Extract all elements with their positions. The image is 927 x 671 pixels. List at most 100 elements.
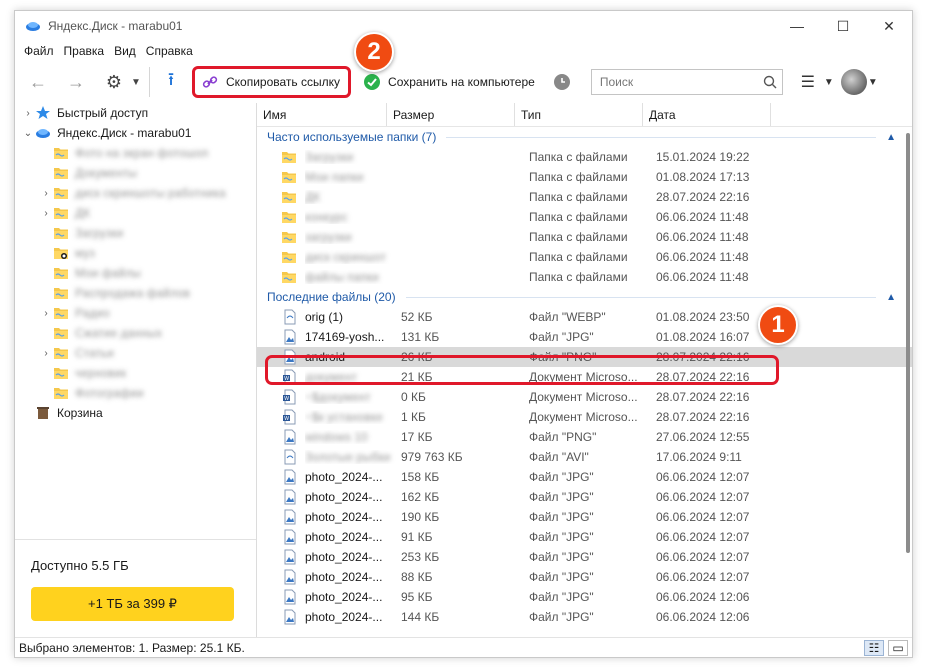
tiles-view-icon[interactable]: ▭ — [888, 639, 908, 656]
menu-edit[interactable]: Правка — [59, 44, 110, 58]
file-row[interactable]: photo_2024-... 144 КБ Файл "JPG" 06.06.2024… — [257, 607, 912, 627]
history-clock-icon[interactable] — [547, 67, 577, 97]
collapse-icon[interactable]: ▲ — [886, 132, 896, 143]
sidebar-item[interactable]: › Радио — [15, 303, 256, 323]
folder-row[interactable]: конкурс Папка с файлами 06.06.2024 11:48 — [257, 207, 912, 227]
storage-panel: Доступно 5.5 ГБ +1 ТБ за 399 ₽ — [15, 539, 256, 637]
file-date: 01.08.2024 16:07 — [656, 330, 750, 344]
folder-row[interactable]: загрузки Папка с файлами 06.06.2024 11:48 — [257, 227, 912, 247]
avatar[interactable] — [840, 69, 867, 95]
file-type: Файл "JPG" — [529, 470, 594, 484]
folder-row[interactable]: Мои папки Папка с файлами 01.08.2024 17:13 — [257, 167, 912, 187]
upload-icon[interactable]: ⭱ — [156, 67, 186, 97]
title-bar: Яндекс.Диск - marabu01 — ☐ ✕ — [15, 11, 912, 41]
file-row[interactable]: 174169-yosh... 131 КБ Файл "JPG" 01.08.2024… — [257, 327, 912, 347]
folder-icon — [257, 170, 305, 184]
sidebar-item[interactable]: Документы — [15, 163, 256, 183]
toolbar-divider — [149, 67, 150, 97]
sidebar-item[interactable]: › ДК — [15, 203, 256, 223]
file-row[interactable]: photo_2024-... 162 КБ Файл "JPG" 06.06.2024… — [257, 487, 912, 507]
folder-row[interactable]: файлы папки Папка с файлами 06.06.2024 11:… — [257, 267, 912, 287]
sidebar: › Быстрый доступ ⌄ Яндекс.Диск - marabu01 Фо… — [15, 103, 257, 637]
sidebar-item[interactable]: › Статьи — [15, 343, 256, 363]
folder-icon — [257, 190, 305, 204]
save-to-pc-button[interactable]: Сохранить на компьютере — [357, 67, 541, 97]
details-view-icon[interactable]: ☷ — [864, 639, 884, 656]
file-row[interactable]: photo_2024-... 253 КБ Файл "JPG" 06.06.2024… — [257, 547, 912, 567]
sidebar-item[interactable]: › Быстрый доступ — [15, 103, 256, 123]
folder-icon — [53, 206, 69, 220]
collapse-icon[interactable]: ▲ — [886, 292, 896, 303]
group-header-frequent[interactable]: Часто используемые папки (7) ▲ — [257, 127, 912, 147]
chevron-down-icon[interactable]: ▼ — [129, 67, 143, 97]
folder-row[interactable]: ДК Папка с файлами 28.07.2024 22:16 — [257, 187, 912, 207]
expand-chevron-icon[interactable]: › — [39, 348, 53, 359]
file-row[interactable]: photo_2024-... 190 КБ Файл "JPG" 06.06.2024… — [257, 507, 912, 527]
column-name[interactable]: Имя — [257, 103, 387, 126]
file-row[interactable]: windows 10 17 КБ Файл "PNG" 27.06.2024 12:5… — [257, 427, 912, 447]
column-type[interactable]: Тип — [515, 103, 643, 126]
step-badge-2: 2 — [354, 32, 394, 72]
sidebar-item[interactable]: Сжатие данных — [15, 323, 256, 343]
file-type: Файл "JPG" — [529, 330, 594, 344]
status-bar: Выбрано элементов: 1. Размер: 25.1 КБ. ☷… — [15, 637, 912, 657]
copy-link-button[interactable]: Скопировать ссылку — [192, 66, 352, 98]
file-type: Файл "JPG" — [529, 590, 594, 604]
folder-list: Загрузки Папка с файлами 15.01.2024 19:22 М… — [257, 147, 912, 287]
vertical-scrollbar[interactable] — [906, 133, 910, 553]
chevron-down-icon[interactable]: ▼ — [867, 67, 879, 97]
column-size[interactable]: Размер — [387, 103, 515, 126]
close-button[interactable]: ✕ — [866, 11, 912, 41]
sidebar-item[interactable]: › диск скриншоты работника — [15, 183, 256, 203]
menu-help[interactable]: Справка — [141, 44, 198, 58]
sidebar-item-label: диск скриншоты работника — [75, 186, 226, 200]
file-row[interactable]: W ~$документ 0 КБ Документ Microso... 28.07.… — [257, 387, 912, 407]
available-space: Доступно 5.5 ГБ — [31, 558, 129, 573]
copy-link-label: Скопировать ссылку — [226, 75, 341, 89]
sidebar-item[interactable]: Распродажа файлов — [15, 283, 256, 303]
sidebar-item[interactable]: ⌄ Яндекс.Диск - marabu01 — [15, 123, 256, 143]
file-row[interactable]: photo_2024-... 91 КБ Файл "JPG" 06.06.2024 … — [257, 527, 912, 547]
maximize-button[interactable]: ☐ — [820, 11, 866, 41]
folder-row[interactable]: Загрузки Папка с файлами 15.01.2024 19:22 — [257, 147, 912, 167]
gear-icon[interactable]: ⚙ — [99, 67, 129, 97]
expand-chevron-icon[interactable]: › — [39, 308, 53, 319]
menu-file[interactable]: Файл — [19, 44, 59, 58]
group-header-recent[interactable]: Последние файлы (20) ▲ — [257, 287, 912, 307]
sidebar-item[interactable]: муз — [15, 243, 256, 263]
back-arrow-icon[interactable]: ← — [23, 67, 53, 97]
sidebar-item[interactable]: Фотографии — [15, 383, 256, 403]
sidebar-item[interactable]: Фото на экран фотошоп — [15, 143, 256, 163]
expand-chevron-icon[interactable]: › — [39, 188, 53, 199]
minimize-button[interactable]: — — [774, 11, 820, 41]
expand-chevron-icon[interactable]: › — [39, 208, 53, 219]
folder-icon — [53, 166, 69, 180]
file-row[interactable]: photo_2024-... 88 КБ Файл "JPG" 06.06.2024 … — [257, 567, 912, 587]
file-row[interactable]: photo_2024-... 158 КБ Файл "JPG" 06.06.2024… — [257, 467, 912, 487]
expand-chevron-icon[interactable]: › — [21, 108, 35, 119]
folder-name: загрузки — [305, 230, 352, 244]
folder-type: Папка с файлами — [529, 230, 628, 244]
menu-view[interactable]: Вид — [109, 44, 141, 58]
sidebar-item[interactable]: Корзина — [15, 403, 256, 423]
file-row[interactable]: W ~$к установке 1 КБ Документ Microso... 28.… — [257, 407, 912, 427]
check-circle-icon — [363, 73, 381, 91]
file-row[interactable]: orig (1) 52 КБ Файл "WEBP" 01.08.2024 23:50 — [257, 307, 912, 327]
search-icon[interactable] — [758, 75, 782, 89]
sidebar-item-label: черновик — [75, 366, 127, 380]
list-view-icon[interactable]: ☰ — [793, 67, 823, 97]
buy-storage-button[interactable]: +1 ТБ за 399 ₽ — [31, 587, 234, 621]
file-row[interactable]: photo_2024-... 95 КБ Файл "JPG" 06.06.2024 … — [257, 587, 912, 607]
sidebar-item[interactable]: Мои файлы — [15, 263, 256, 283]
expand-chevron-icon[interactable]: ⌄ — [21, 128, 35, 139]
folder-row[interactable]: диск скриншот Папка с файлами 06.06.2024 1… — [257, 247, 912, 267]
sidebar-item[interactable]: Загрузки — [15, 223, 256, 243]
search-input[interactable]: Поиск — [590, 69, 783, 95]
sidebar-item[interactable]: черновик — [15, 363, 256, 383]
forward-arrow-icon[interactable]: → — [61, 67, 91, 97]
yandex-disk-logo-icon — [26, 22, 40, 31]
file-row[interactable]: Золотые рыбки 979 763 КБ Файл "AVI" 17.06.2… — [257, 447, 912, 467]
sidebar-item-label: Корзина — [57, 406, 103, 420]
column-date[interactable]: Дата — [643, 103, 771, 126]
chevron-down-icon[interactable]: ▼ — [823, 67, 835, 97]
